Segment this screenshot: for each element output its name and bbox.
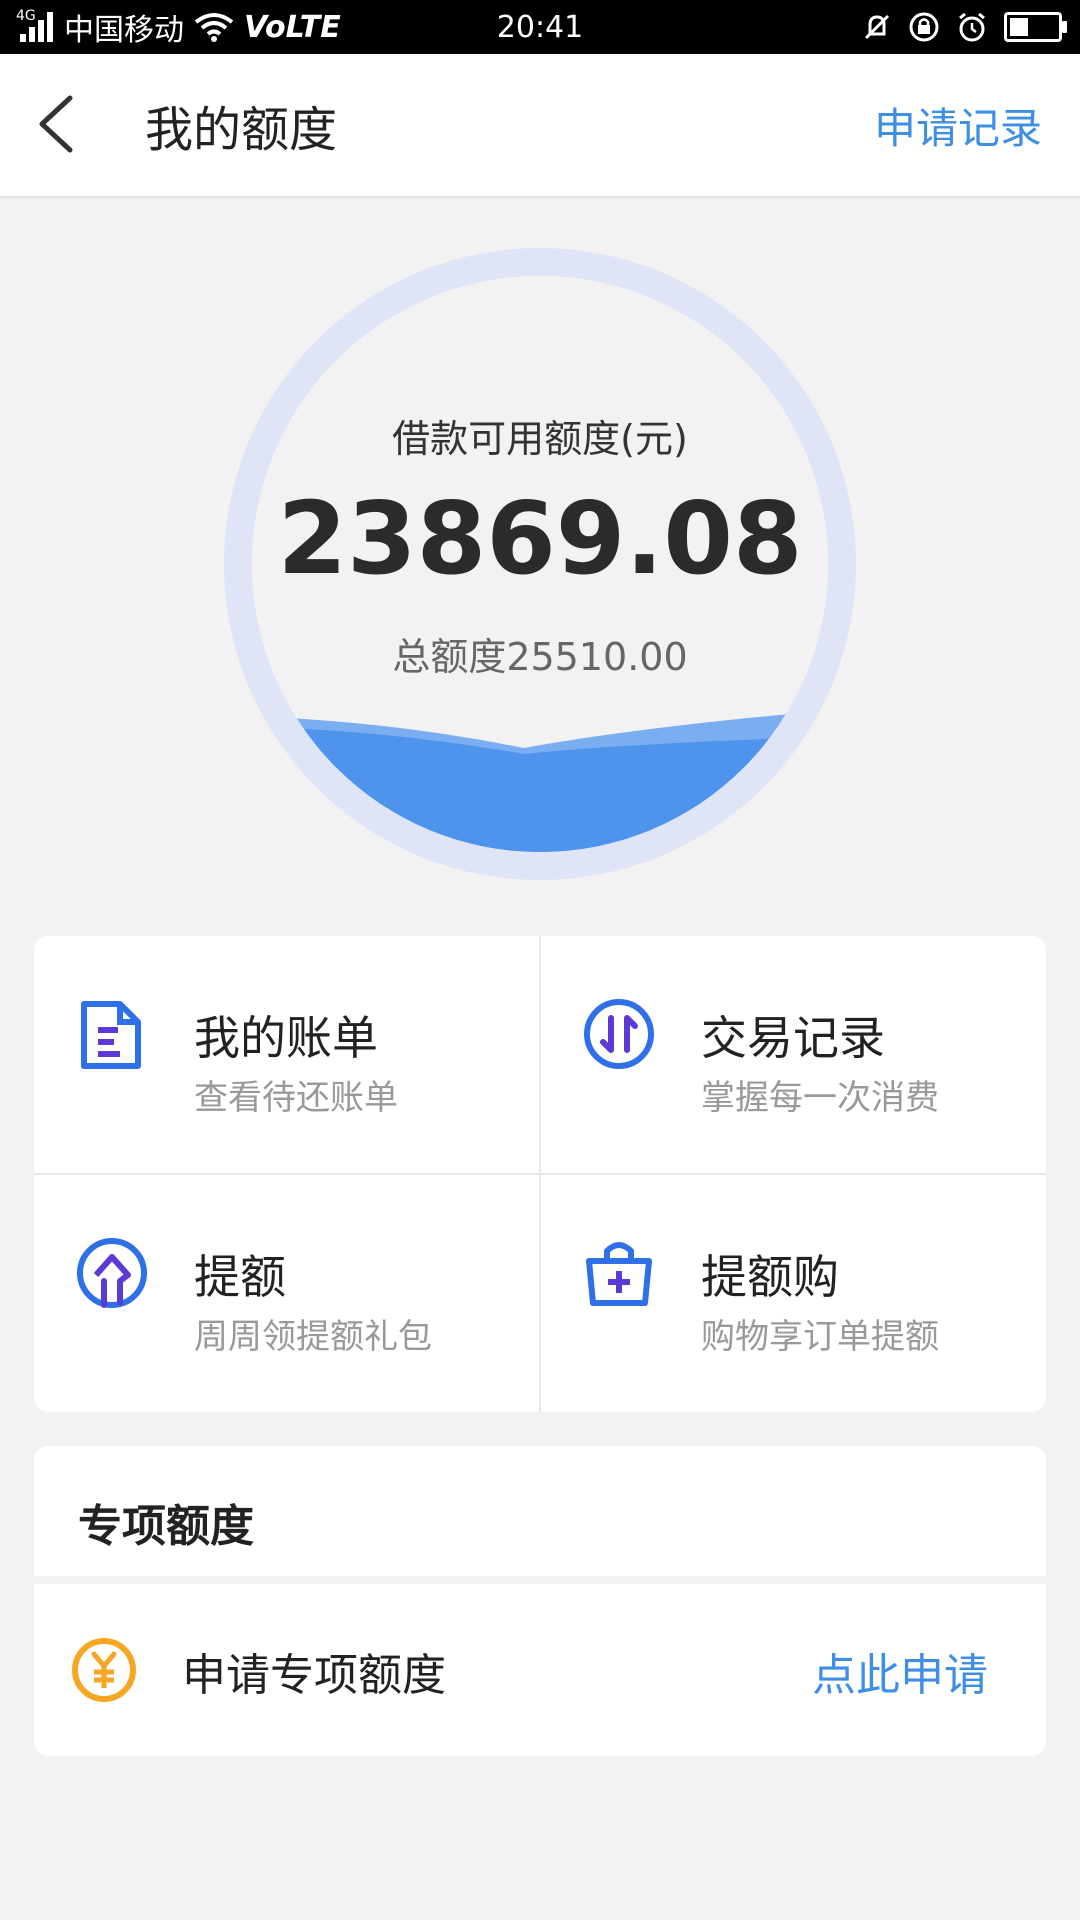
status-bar: 4G 中国移动 VoLTE 20:41 xyxy=(0,0,1080,54)
feature-raise-limit-shopping[interactable]: 提额购 购物享订单提额 xyxy=(541,1175,1046,1412)
special-credit-title: 专项额度 xyxy=(78,1501,254,1552)
apply-record-link[interactable]: 申请记录 xyxy=(874,54,1042,196)
special-credit-card: 专项额度 申请专项额度 点此申请 xyxy=(34,1446,1046,1756)
battery-icon xyxy=(1004,12,1067,42)
shopping-bag-plus-icon xyxy=(586,1242,652,1306)
feature-title: 交易记录 xyxy=(701,1011,885,1065)
feature-subtitle: 查看待还账单 xyxy=(194,1078,398,1118)
status-right xyxy=(862,0,1067,54)
alarm-icon xyxy=(959,12,985,42)
page-title: 我的额度 xyxy=(145,102,338,158)
available-credit-amount: 23869.08 xyxy=(277,480,803,597)
back-arrow-icon[interactable] xyxy=(32,94,92,154)
feature-subtitle: 购物享订单提额 xyxy=(701,1317,939,1357)
available-credit-label: 借款可用额度(元) xyxy=(392,417,688,461)
transaction-icon xyxy=(584,999,654,1069)
apply-special-credit-button[interactable]: 点此申请 xyxy=(812,1636,988,1706)
nav-header: 我的额度 申请记录 xyxy=(0,54,1080,198)
feature-title: 提额购 xyxy=(701,1250,839,1304)
bill-icon xyxy=(81,1001,141,1069)
special-divider xyxy=(34,1576,1046,1584)
apply-special-credit-label: 申请专项额度 xyxy=(182,1650,446,1701)
feature-raise-limit[interactable]: 提额 周周领提额礼包 xyxy=(34,1175,539,1412)
feature-grid: 我的账单 查看待还账单 交易记录 掌握每一次消费 提额 周周领提额礼包 提额购 … xyxy=(34,936,1046,1412)
feature-transactions[interactable]: 交易记录 掌握每一次消费 xyxy=(541,936,1046,1173)
feature-subtitle: 掌握每一次消费 xyxy=(701,1078,939,1118)
feature-title: 我的账单 xyxy=(194,1011,378,1065)
rotation-lock-icon xyxy=(909,12,939,42)
gauge-text: 借款可用额度(元) 23869.08 总额度25510.00 xyxy=(224,248,856,880)
feature-my-bill[interactable]: 我的账单 查看待还账单 xyxy=(34,936,539,1173)
feature-subtitle: 周周领提额礼包 xyxy=(194,1317,432,1357)
raise-limit-icon xyxy=(77,1238,147,1308)
total-credit-label: 总额度25510.00 xyxy=(392,635,688,679)
mute-bell-icon xyxy=(864,14,890,40)
yuan-coin-icon xyxy=(72,1638,136,1702)
feature-title: 提额 xyxy=(194,1250,286,1304)
